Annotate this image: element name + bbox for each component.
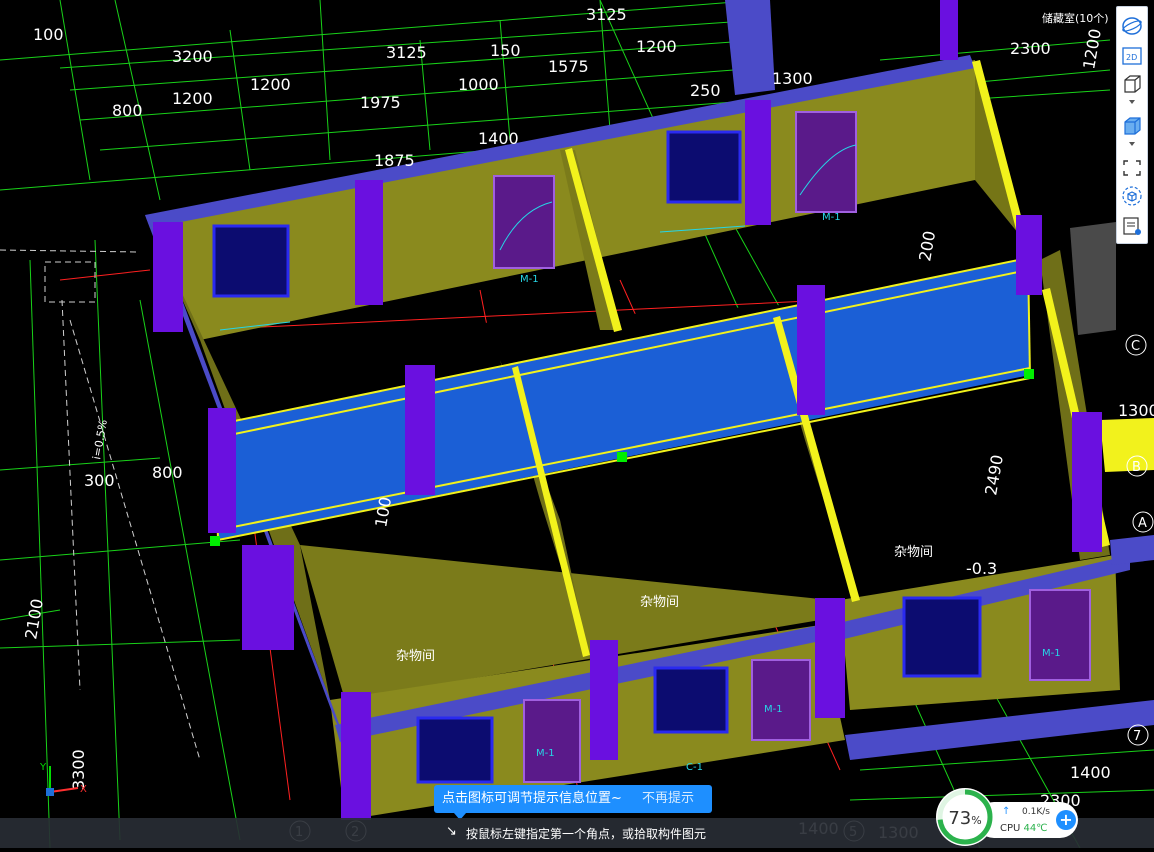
svg-text:M-1: M-1 (1042, 648, 1061, 659)
cad-3d-viewport[interactable]: 3125 100 3200 3125 150 1200 800 1200 120… (0, 0, 1154, 849)
svg-text:1000: 1000 (458, 75, 499, 94)
upload-arrow-icon: ↑ (1002, 806, 1011, 817)
svg-text:1975: 1975 (360, 93, 401, 112)
command-prompt: 按鼠标左键指定第一个角点，或拾取构件图元 (466, 827, 707, 841)
svg-text:300: 300 (84, 471, 115, 490)
svg-text:2D: 2D (1126, 53, 1137, 62)
svg-text:150: 150 (490, 41, 521, 60)
svg-text:200: 200 (915, 229, 939, 262)
box-view-button[interactable] (1120, 73, 1144, 95)
axis-y-label: Y (39, 762, 47, 773)
svg-text:800: 800 (112, 101, 143, 120)
svg-text:1300: 1300 (772, 69, 813, 88)
cursor-select-icon: ↘ (446, 824, 457, 839)
cube-rotate-icon (1122, 186, 1142, 206)
fullscreen-icon (1123, 160, 1141, 176)
corner-note: 储藏室(10个) (1042, 11, 1109, 25)
svg-text:250: 250 (690, 81, 721, 100)
model-canvas[interactable]: 3125 100 3200 3125 150 1200 800 1200 120… (0, 0, 1154, 849)
box-solid-icon (1124, 117, 1141, 135)
3d-rotate-button[interactable] (1120, 185, 1144, 207)
orbit-icon (1122, 17, 1142, 35)
svg-text:2300: 2300 (1010, 39, 1051, 58)
box-view-dropdown[interactable] (1120, 97, 1144, 107)
2d-view-button[interactable]: 2D (1120, 45, 1144, 67)
svg-text:3125: 3125 (586, 5, 627, 24)
svg-text:C-1: C-1 (686, 762, 703, 773)
grip-mid[interactable] (617, 452, 627, 462)
axis-x-label: X (80, 784, 87, 795)
solid-view-dropdown[interactable] (1120, 139, 1144, 149)
percent-unit: % (971, 814, 982, 827)
memory-percent: 73 (948, 808, 972, 829)
svg-text:i=0.5%: i=0.5% (90, 419, 110, 461)
view-toolbar: 2D (1116, 6, 1148, 244)
svg-text:C: C (1131, 339, 1140, 354)
list-eye-icon (1123, 217, 1141, 235)
svg-text:1200: 1200 (250, 75, 291, 94)
solid-view-button[interactable] (1120, 115, 1144, 137)
cpu-temperature: CPU 44℃ (1000, 823, 1048, 834)
chevron-down-icon (1129, 100, 1135, 104)
svg-text:1575: 1575 (548, 57, 589, 76)
svg-text:100: 100 (33, 25, 64, 44)
svg-text:杂物间: 杂物间 (396, 649, 435, 664)
svg-text:3125: 3125 (386, 43, 427, 62)
svg-text:1875: 1875 (374, 151, 415, 170)
adjacent-building (1070, 222, 1116, 335)
chevron-down-icon (1129, 142, 1135, 146)
speed-up-button[interactable]: + (1056, 810, 1076, 830)
cpu-label: CPU (1000, 823, 1021, 834)
svg-text:储藏室(10个): 储藏室(10个) (1042, 11, 1109, 25)
svg-text:A: A (1138, 516, 1147, 531)
display-settings-button[interactable] (1120, 215, 1144, 237)
svg-text:M-1: M-1 (764, 704, 783, 715)
svg-text:-0.3: -0.3 (966, 559, 997, 578)
cpu-temp-value: 44℃ (1023, 823, 1048, 834)
svg-text:1300: 1300 (1118, 401, 1154, 420)
svg-text:M-1: M-1 (536, 748, 555, 759)
svg-text:1400: 1400 (478, 129, 519, 148)
svg-text:7: 7 (1133, 729, 1141, 744)
fit-view-button[interactable] (1120, 157, 1144, 179)
svg-text:M-1: M-1 (520, 274, 539, 285)
memory-gauge[interactable]: 73% (936, 788, 994, 846)
svg-text:杂物间: 杂物间 (640, 595, 679, 610)
svg-text:800: 800 (152, 463, 183, 482)
grip-start[interactable] (210, 536, 220, 546)
box-outline-icon (1124, 75, 1141, 93)
network-speed: 0.1K/s (1022, 807, 1050, 817)
svg-text:M-1: M-1 (822, 212, 841, 223)
svg-text:3200: 3200 (172, 47, 213, 66)
svg-text:1200: 1200 (1079, 27, 1105, 70)
svg-text:1400: 1400 (1070, 763, 1111, 782)
svg-text:B: B (1132, 460, 1141, 475)
hint-message[interactable]: 点击图标可调节提示信息位置~ (442, 785, 622, 813)
perspective-view-button[interactable] (1120, 15, 1144, 37)
2d-icon: 2D (1122, 47, 1142, 65)
dont-show-again-link[interactable]: 不再提示 (642, 785, 694, 813)
grip-end[interactable] (1024, 369, 1034, 379)
hint-tooltip[interactable]: 点击图标可调节提示信息位置~ 不再提示 (434, 785, 712, 820)
coordinate-axis-indicator: Y X (38, 760, 98, 804)
svg-text:1200: 1200 (172, 89, 213, 108)
svg-text:1200: 1200 (636, 37, 677, 56)
svg-text:杂物间: 杂物间 (894, 545, 933, 560)
performance-monitor[interactable]: 73% ↑ 0.1K/s CPU 44℃ + (936, 788, 1080, 846)
